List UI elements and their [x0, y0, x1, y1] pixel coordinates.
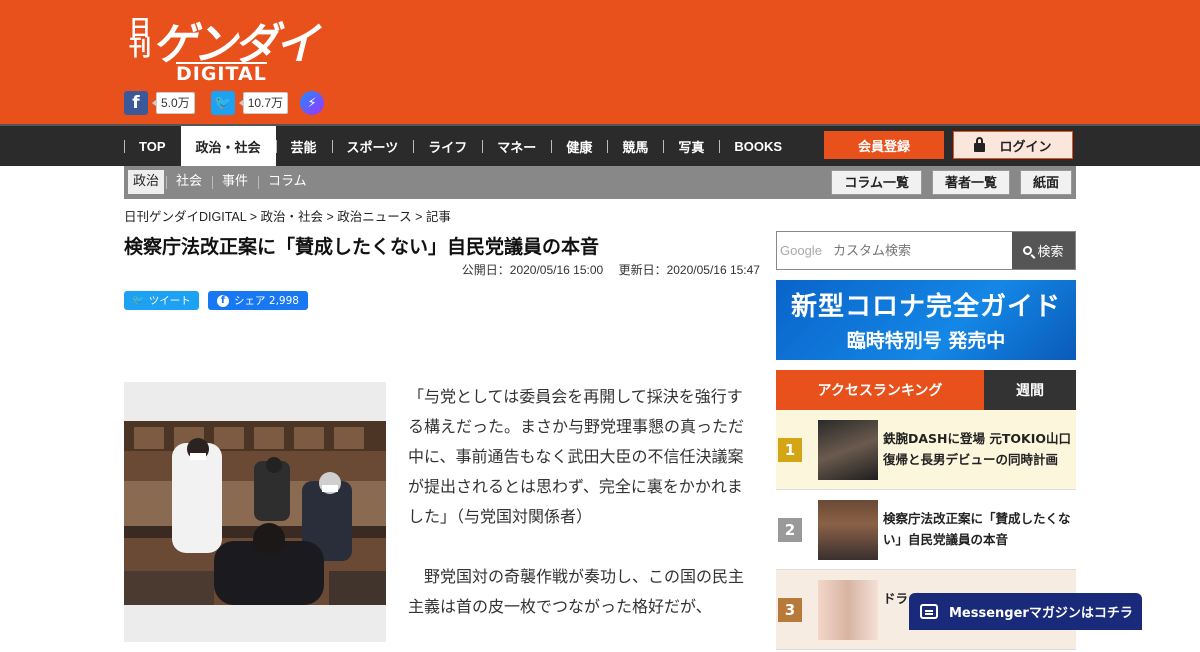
nav-item-entertainment[interactable]: 芸能	[275, 126, 332, 166]
main-nav: TOP 政治・社会 芸能 スポーツ ライフ マネー 健康 競馬 写真 BOOKS…	[0, 124, 1200, 166]
committee-photo-illustration	[124, 421, 386, 605]
subnav-item-politics[interactable]: 政治	[128, 170, 165, 194]
subnav-item-incidents[interactable]: 事件	[212, 170, 256, 194]
logo-nikkan: 日刊	[125, 16, 150, 56]
site-search: Google 検索	[776, 231, 1076, 270]
sub-nav: 政治 社会 事件 コラム コラム一覧 著者一覧 紙面	[124, 166, 1076, 199]
article-paragraph: 「与党としては委員会を再開して採決を強行する構えだった。まさか与野党理事懇の真っ…	[408, 387, 745, 526]
search-button-label: 検索	[1037, 244, 1064, 259]
tweet-button[interactable]: 🐦 ツイート	[124, 291, 199, 310]
nav-item-money[interactable]: マネー	[482, 126, 551, 166]
nav-item-books[interactable]: BOOKS	[719, 126, 797, 166]
published-date: 公開日：2020/05/16 15:00	[461, 263, 604, 277]
ranking-item[interactable]: 1 鉄腕DASHに登場 元TOKIO山口 復帰と長男デビューの同時計画	[776, 410, 1076, 490]
article-dates: 公開日：2020/05/16 15:00 更新日：2020/05/16 15:4…	[462, 261, 760, 278]
twitter-icon[interactable]: 🐦	[210, 91, 235, 115]
banner-headline: 新型コロナ完全ガイド	[790, 292, 1061, 322]
subnav-item-society[interactable]: 社会	[166, 170, 210, 194]
nav-item-health[interactable]: 健康	[551, 126, 607, 166]
article-photo-box	[124, 382, 386, 642]
share-label: シェア 2,998	[234, 295, 299, 307]
register-button[interactable]: 会員登録	[824, 131, 944, 159]
ranking-item-title: 鉄腕DASHに登場 元TOKIO山口 復帰と長男デビューの同時計画	[883, 431, 1071, 467]
tweet-label: ツイート	[148, 295, 191, 307]
paper-button[interactable]: 紙面	[1019, 170, 1072, 195]
updated-date: 更新日：2020/05/16 15:47	[618, 263, 760, 277]
ranking-thumbnail	[818, 500, 878, 560]
social-counters: f 5.0万 🐦 10.7万 ⚡	[124, 91, 325, 115]
twitter-count: 10.7万	[238, 92, 289, 114]
subnav-item-column[interactable]: コラム	[258, 170, 315, 194]
facebook-share-button[interactable]: f シェア 2,998	[208, 291, 308, 310]
ranking-period-tab[interactable]: 週間	[984, 370, 1076, 410]
facebook-count: 5.0万	[152, 92, 195, 114]
site-logo[interactable]: 日刊 ゲンダイ DIGITAL	[124, 8, 319, 85]
column-list-button[interactable]: コラム一覧	[831, 170, 922, 195]
lock-icon	[974, 136, 986, 152]
article-photo[interactable]	[124, 421, 386, 605]
article-body: 「与党としては委員会を再開して採決を強行する構えだった。まさか与野党理事懇の真っ…	[408, 382, 752, 652]
facebook-icon[interactable]: f	[124, 91, 148, 115]
ranking-header: アクセスランキング 週間	[776, 370, 1076, 410]
facebook-icon: f	[217, 294, 230, 307]
ranking-thumbnail	[818, 420, 878, 480]
nav-item-horse-racing[interactable]: 競馬	[607, 126, 663, 166]
nav-item-top[interactable]: TOP	[124, 126, 181, 166]
messenger-icon[interactable]: ⚡	[300, 91, 325, 115]
login-label: ログイン	[999, 139, 1052, 155]
site-header: 日刊 ゲンダイ DIGITAL f 5.0万 🐦 10.7万 ⚡	[0, 0, 1200, 124]
article-paragraph: 野党国対の奇襲作戦が奏功し、この国の民主主義は首の皮一枚でつながった格好だが、	[408, 567, 745, 616]
nav-item-sports[interactable]: スポーツ	[331, 126, 414, 166]
rank-number: 2	[778, 518, 802, 542]
twitter-bird-icon: 🐦	[132, 295, 145, 306]
author-list-button[interactable]: 著者一覧	[931, 170, 1010, 195]
rank-number: 3	[778, 598, 802, 622]
breadcrumb[interactable]: 日刊ゲンダイDIGITAL > 政治・社会 > 政治ニュース > 記事	[124, 206, 451, 225]
search-button[interactable]: 検索	[1012, 232, 1075, 269]
ranking-item[interactable]: 2 検察庁法改正案に「賛成したくない」自民党議員の本音	[776, 490, 1076, 570]
logo-digital: DIGITAL	[176, 62, 267, 85]
ranking-title: アクセスランキング	[776, 370, 984, 410]
banner-subline: 臨時特別号 発売中	[846, 330, 1006, 352]
messenger-bar-label: Messengerマガジンはコチラ	[949, 606, 1133, 621]
ranking-item-title: 検察庁法改正案に「賛成したくない」自民党議員の本音	[883, 511, 1071, 547]
chat-icon	[920, 604, 938, 619]
article-title: 検察庁法改正案に「賛成したくない」自民党議員の本音	[124, 236, 600, 258]
corona-guide-banner[interactable]: 新型コロナ完全ガイド 臨時特別号 発売中	[776, 280, 1076, 360]
search-icon	[1023, 246, 1033, 255]
rank-number: 1	[778, 438, 802, 462]
login-button[interactable]: ログイン	[953, 131, 1073, 159]
ranking-thumbnail	[818, 580, 878, 640]
nav-item-life[interactable]: ライフ	[413, 126, 482, 166]
nav-item-politics-society[interactable]: 政治・社会	[180, 126, 276, 166]
nav-item-photos[interactable]: 写真	[663, 126, 719, 166]
google-label: Google	[780, 243, 822, 258]
messenger-magazine-bar[interactable]: Messengerマガジンはコチラ	[909, 593, 1142, 630]
